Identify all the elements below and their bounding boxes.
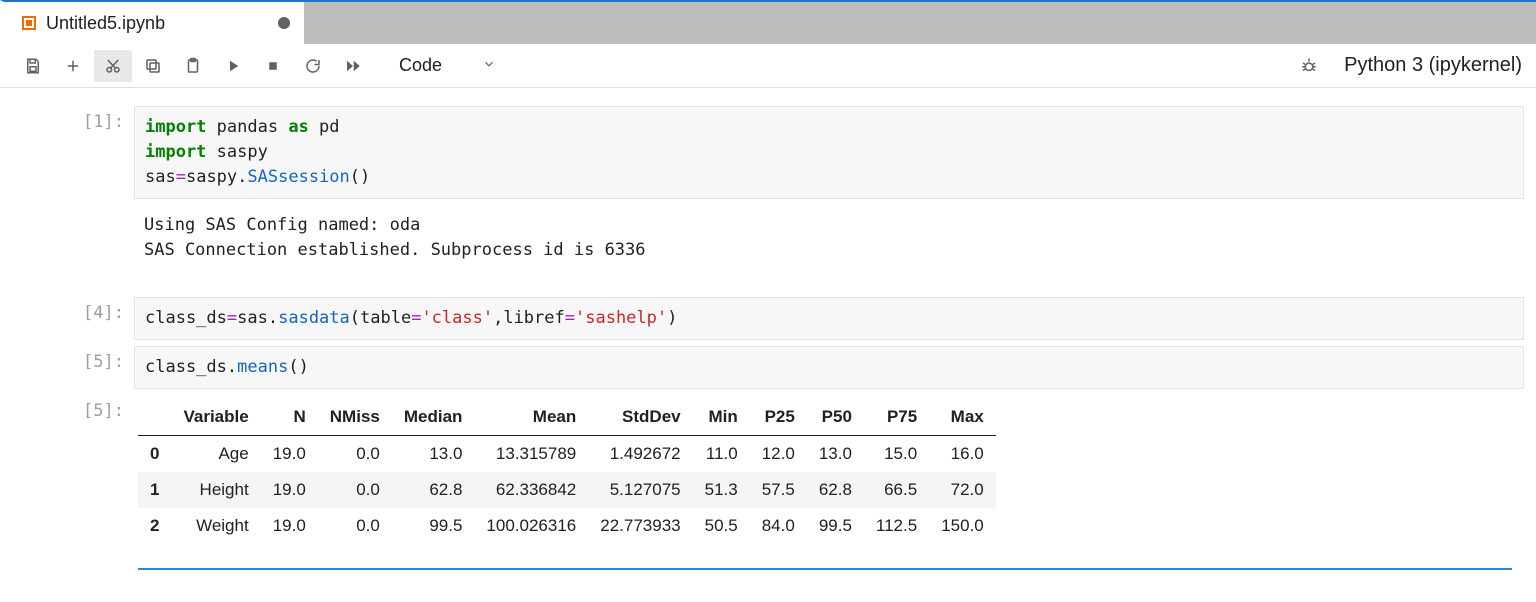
- table-cell: 16.0: [929, 436, 996, 473]
- table-cell: 112.5: [864, 508, 929, 544]
- unsaved-indicator-icon[interactable]: [278, 17, 290, 29]
- table-row: 2Weight19.00.099.5100.02631622.77393350.…: [138, 508, 996, 544]
- insert-cell-button[interactable]: [54, 50, 92, 82]
- run-button[interactable]: [214, 50, 252, 82]
- table-cell: 62.336842: [474, 472, 588, 508]
- input-prompt: [5]:: [16, 346, 134, 389]
- table-cell: 15.0: [864, 436, 929, 473]
- cell-type-select[interactable]: Code: [384, 52, 507, 79]
- table-cell: 84.0: [750, 508, 807, 544]
- debugger-button[interactable]: [1290, 50, 1328, 82]
- table-cell: 66.5: [864, 472, 929, 508]
- table-cell: 13.315789: [474, 436, 588, 473]
- column-header: P25: [750, 399, 807, 436]
- table-row: 0Age19.00.013.013.3157891.49267211.012.0…: [138, 436, 996, 473]
- table-cell: 72.0: [929, 472, 996, 508]
- copy-button[interactable]: [134, 50, 172, 82]
- code-input[interactable]: class_ds=sas.sasdata(table='class',libre…: [134, 297, 1524, 340]
- output-prompt: [5]:: [16, 395, 134, 544]
- table-cell: 12.0: [750, 436, 807, 473]
- table-cell: 62.8: [392, 472, 475, 508]
- output-cell: [5]: VariableNNMissMedianMeanStdDevMinP2…: [16, 395, 1524, 544]
- dataframe-output: VariableNNMissMedianMeanStdDevMinP25P50P…: [138, 399, 996, 544]
- table-cell: 150.0: [929, 508, 996, 544]
- table-cell: Age: [171, 436, 260, 473]
- row-index: 1: [138, 472, 171, 508]
- table-cell: 99.5: [392, 508, 475, 544]
- table-cell: 13.0: [392, 436, 475, 473]
- stdout-output: Using SAS Config named: oda SAS Connecti…: [134, 199, 1524, 268]
- input-prompt: [1]:: [16, 106, 134, 269]
- table-cell: 19.0: [261, 472, 318, 508]
- table-cell: 99.5: [807, 508, 864, 544]
- code-input[interactable]: import pandas as pd import saspy sas=sas…: [134, 106, 1524, 199]
- column-header: Mean: [474, 399, 588, 436]
- table-cell: 22.773933: [588, 508, 692, 544]
- cell-type-label: Code: [399, 55, 442, 76]
- code-input[interactable]: class_ds.means(): [134, 346, 1524, 389]
- code-cell[interactable]: [4]:class_ds=sas.sasdata(table='class',l…: [16, 297, 1524, 340]
- notebook-body: [1]:import pandas as pd import saspy sas…: [0, 88, 1536, 602]
- table-cell: 0.0: [318, 472, 392, 508]
- code-cell[interactable]: [5]:class_ds.means(): [16, 346, 1524, 389]
- chevron-down-icon: [482, 55, 496, 76]
- tab-bar: Untitled5.ipynb: [0, 0, 1536, 44]
- notebook-icon: [22, 16, 36, 30]
- column-header: NMiss: [318, 399, 392, 436]
- row-index: 0: [138, 436, 171, 473]
- table-cell: 0.0: [318, 508, 392, 544]
- column-header: Variable: [171, 399, 260, 436]
- row-index: 2: [138, 508, 171, 544]
- table-cell: 11.0: [693, 436, 750, 473]
- column-header: Median: [392, 399, 475, 436]
- interrupt-button[interactable]: [254, 50, 292, 82]
- tab-title: Untitled5.ipynb: [46, 13, 165, 34]
- save-button[interactable]: [14, 50, 52, 82]
- table-cell: 13.0: [807, 436, 864, 473]
- code-cell[interactable]: [1]:import pandas as pd import saspy sas…: [16, 106, 1524, 269]
- notebook-tab[interactable]: Untitled5.ipynb: [4, 2, 304, 44]
- column-header: StdDev: [588, 399, 692, 436]
- table-cell: 100.026316: [474, 508, 588, 544]
- active-cell-indicator[interactable]: [138, 568, 1512, 572]
- notebook-toolbar: Code Python 3 (ipykernel): [0, 44, 1536, 88]
- index-header: [138, 399, 171, 436]
- column-header: P75: [864, 399, 929, 436]
- column-header: Max: [929, 399, 996, 436]
- table-cell: 51.3: [693, 472, 750, 508]
- run-all-button[interactable]: [334, 50, 372, 82]
- table-row: 1Height19.00.062.862.3368425.12707551.35…: [138, 472, 996, 508]
- input-prompt: [4]:: [16, 297, 134, 340]
- paste-button[interactable]: [174, 50, 212, 82]
- column-header: N: [261, 399, 318, 436]
- table-cell: 1.492672: [588, 436, 692, 473]
- column-header: Min: [693, 399, 750, 436]
- table-cell: Weight: [171, 508, 260, 544]
- table-cell: 62.8: [807, 472, 864, 508]
- kernel-name[interactable]: Python 3 (ipykernel): [1344, 54, 1522, 77]
- table-cell: 19.0: [261, 436, 318, 473]
- table-cell: 19.0: [261, 508, 318, 544]
- column-header: P50: [807, 399, 864, 436]
- table-cell: 50.5: [693, 508, 750, 544]
- table-cell: 5.127075: [588, 472, 692, 508]
- cut-button[interactable]: [94, 50, 132, 82]
- restart-kernel-button[interactable]: [294, 50, 332, 82]
- table-cell: 57.5: [750, 472, 807, 508]
- table-cell: 0.0: [318, 436, 392, 473]
- table-cell: Height: [171, 472, 260, 508]
